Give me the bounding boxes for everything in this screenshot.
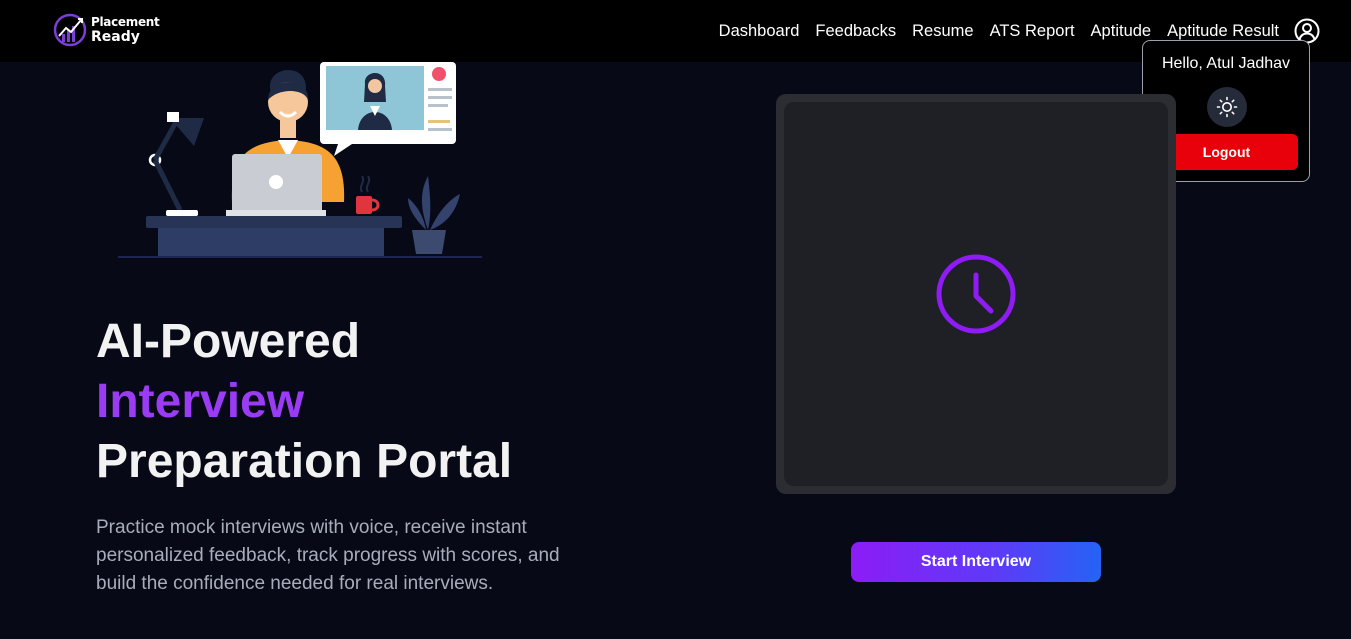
clock-icon	[936, 254, 1016, 334]
hero-title-accent: Interview	[96, 375, 305, 428]
interview-video-panel	[776, 94, 1176, 494]
nav-ats-report[interactable]: ATS Report	[990, 22, 1075, 41]
brand-line-2: Ready	[91, 29, 140, 45]
hero-illustration	[118, 62, 482, 258]
logo-chart-icon	[53, 13, 87, 47]
nav-dashboard[interactable]: Dashboard	[719, 22, 800, 41]
nav-resume[interactable]: Resume	[912, 22, 973, 41]
video-placeholder	[784, 102, 1168, 486]
brand-logo[interactable]: Placement Ready	[53, 9, 160, 51]
start-interview-button[interactable]: Start Interview	[851, 542, 1101, 582]
sun-icon	[1216, 96, 1238, 118]
hero-title-line-3: Preparation Portal	[96, 435, 513, 488]
nav-feedbacks[interactable]: Feedbacks	[815, 22, 896, 41]
hero-description: Practice mock interviews with voice, rec…	[96, 517, 560, 594]
nav-aptitude[interactable]: Aptitude	[1091, 22, 1152, 41]
logout-button[interactable]: Logout	[1155, 134, 1298, 170]
hero-title: AI-Powered Interview Preparation Portal	[96, 312, 656, 492]
hero-title-line-1: AI-Powered	[96, 315, 361, 368]
brand-line-1: Placement	[91, 15, 160, 29]
user-greeting: Hello, Atul Jadhav	[1161, 55, 1291, 72]
brand-name: Placement Ready	[91, 15, 160, 45]
nav-aptitude-result[interactable]: Aptitude Result	[1167, 22, 1279, 41]
theme-toggle-button[interactable]	[1207, 87, 1247, 127]
